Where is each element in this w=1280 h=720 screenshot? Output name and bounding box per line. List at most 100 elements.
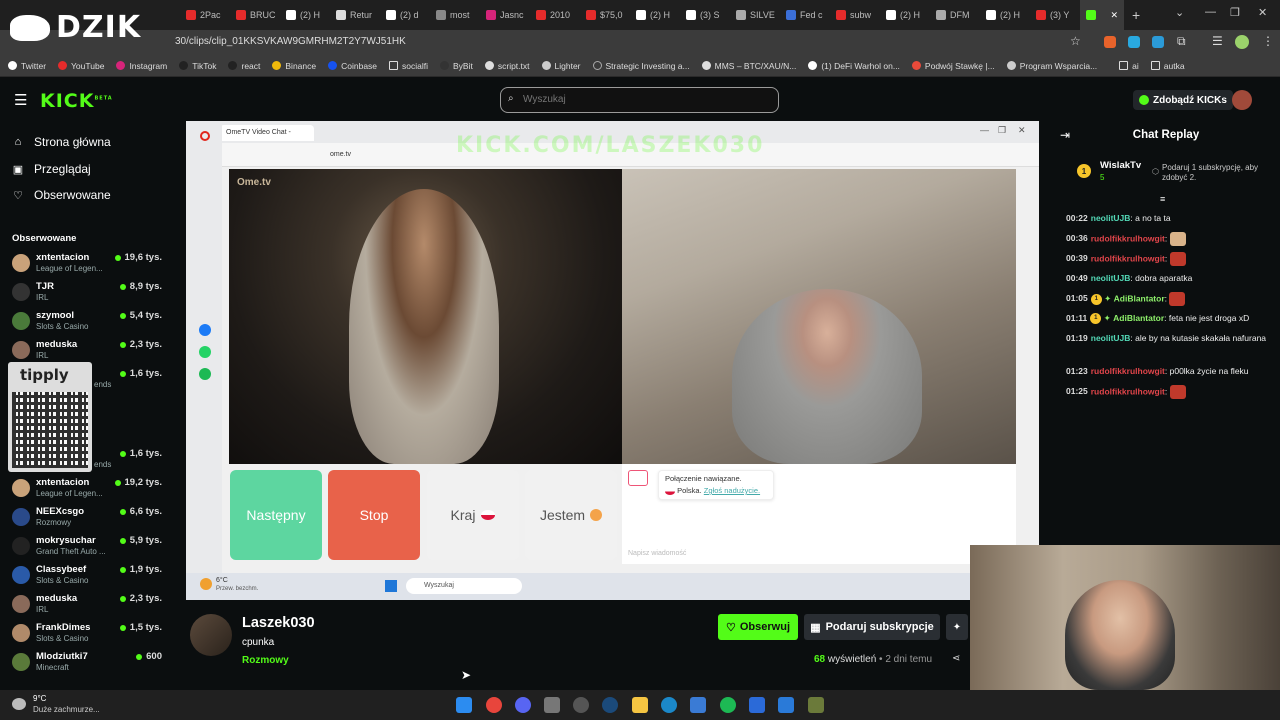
browser-tab[interactable]: 2010: [530, 0, 580, 30]
avatar[interactable]: [1232, 90, 1252, 110]
close-window-icon[interactable]: ✕: [1258, 6, 1267, 19]
browser-tab[interactable]: 2Pac: [180, 0, 230, 30]
bookmark[interactable]: YouTube: [58, 61, 104, 71]
followed-channel[interactable]: Mlodziutki7 Minecraft 600: [12, 649, 162, 675]
hamburger-icon[interactable]: ☰: [14, 91, 27, 109]
browser-tab[interactable]: (3) Y: [1030, 0, 1080, 30]
sidebar-item-browse[interactable]: ▣ Przeglądaj: [12, 162, 91, 176]
extensions-puzzle-icon[interactable]: ⧉: [1177, 34, 1186, 49]
bookmark[interactable]: script.txt: [484, 61, 530, 71]
ccleaner-icon[interactable]: [661, 697, 677, 713]
bookmark[interactable]: Twitter: [8, 61, 46, 71]
bookmark-folder[interactable]: autka: [1150, 61, 1185, 71]
browser-tab[interactable]: (2) H: [980, 0, 1030, 30]
sidebar-item-following[interactable]: ♡ Obserwowane: [12, 188, 111, 202]
search-input[interactable]: [523, 94, 763, 105]
browser-tab[interactable]: Retur: [330, 0, 380, 30]
bookmark[interactable]: ByBit: [440, 61, 473, 71]
app-icon[interactable]: [690, 697, 706, 713]
browser-tab[interactable]: most: [430, 0, 480, 30]
discord-icon[interactable]: [515, 697, 531, 713]
category-link[interactable]: Rozmowy: [242, 655, 289, 666]
steam-icon[interactable]: [602, 697, 618, 713]
bookmark[interactable]: Strategic Investing a...: [592, 61, 690, 71]
gift-subscription-button[interactable]: ▦ Podaruj subskrypcje: [804, 614, 940, 640]
more-button[interactable]: ✦: [946, 614, 968, 640]
country-button[interactable]: Kraj: [427, 470, 519, 560]
tab-search-icon[interactable]: ⌄: [1175, 6, 1184, 19]
browser-tab[interactable]: (2) H: [280, 0, 330, 30]
close-tab-icon[interactable]: ✕: [1110, 10, 1118, 21]
extension-icon[interactable]: [1152, 36, 1164, 48]
browser-tab[interactable]: SILVE: [730, 0, 780, 30]
bookmark[interactable]: react: [228, 61, 260, 71]
kebab-menu-icon[interactable]: ⋮: [1262, 34, 1274, 48]
followed-channel[interactable]: Classybeef Slots & Casino 1,9 tys.: [12, 562, 162, 588]
browser-tab[interactable]: (2) d: [380, 0, 430, 30]
stop-button[interactable]: Stop: [328, 470, 420, 560]
browser-tab[interactable]: BRUC: [230, 0, 280, 30]
chrome-icon[interactable]: [486, 697, 502, 713]
star-icon[interactable]: ☆: [1070, 34, 1081, 48]
folder-icon[interactable]: [632, 697, 648, 713]
browser-tab-active[interactable]: ✕: [1080, 0, 1124, 30]
followed-channel[interactable]: xntentacion League of Legen... 19,6 tys.: [12, 250, 162, 276]
bookmark[interactable]: Lighter: [541, 61, 581, 71]
followed-channel[interactable]: TJR IRL 8,9 tys.: [12, 279, 162, 305]
browser-tab[interactable]: subw: [830, 0, 880, 30]
browser-tab[interactable]: (2) H: [630, 0, 680, 30]
kick-logo[interactable]: KICKBETA: [40, 90, 113, 112]
bookmark-folder[interactable]: ai: [1119, 61, 1139, 71]
browser-tab[interactable]: $75,0: [580, 0, 630, 30]
browser-tab[interactable]: Jasnc: [480, 0, 530, 30]
maximize-icon[interactable]: ❐: [1230, 6, 1240, 19]
browser-tab[interactable]: (2) H: [880, 0, 930, 30]
extension-icon[interactable]: [1104, 36, 1116, 48]
sidebar-item-home[interactable]: ⌂ Strona główna: [12, 135, 111, 149]
new-tab-button[interactable]: +: [1132, 7, 1140, 23]
browser-tab[interactable]: Fed c: [780, 0, 830, 30]
bookmark[interactable]: Instagram: [116, 61, 167, 71]
followed-channel[interactable]: meduska IRL 2,3 tys.: [12, 337, 162, 363]
windows-start-icon[interactable]: [456, 697, 472, 713]
app-icon[interactable]: [544, 697, 560, 713]
next-button[interactable]: Następny: [230, 470, 322, 560]
get-kicks-button[interactable]: Zdobądź KICKs: [1133, 90, 1233, 110]
obs-icon[interactable]: [573, 697, 589, 713]
app-icon[interactable]: [749, 697, 765, 713]
profile-icon[interactable]: [1235, 35, 1249, 49]
bookmark-folder[interactable]: socialfi: [389, 61, 428, 71]
channel-name[interactable]: Laszek030: [242, 615, 315, 631]
game-icon[interactable]: [808, 697, 824, 713]
stream-video-player[interactable]: OmeTV Video Chat - — ❐ ✕ ome.tv KICK.COM…: [186, 121, 1039, 600]
report-abuse-link[interactable]: Zgłoś nadużycie.: [704, 486, 760, 495]
bookmark[interactable]: (1) DeFi Warhol on...: [808, 61, 900, 71]
url-field[interactable]: 30/clips/clip_01KKSVKAW9GMRHM2T2Y7WJ51HK: [175, 36, 406, 47]
gender-button[interactable]: Jestem: [525, 470, 617, 560]
follow-button[interactable]: ♡ Obserwuj: [718, 614, 798, 640]
bookmark[interactable]: MMS – BTC/XAU/N...: [701, 61, 796, 71]
spotify-icon[interactable]: [720, 697, 736, 713]
extension-icon[interactable]: [1128, 36, 1140, 48]
search-bar[interactable]: ⌕: [500, 87, 779, 113]
bookmark[interactable]: Binance: [272, 61, 316, 71]
followed-channel[interactable]: szymool Slots & Casino 5,4 tys.: [12, 308, 162, 334]
menu-icon[interactable]: ☰: [1212, 34, 1223, 48]
bookmark[interactable]: Coinbase: [328, 61, 377, 71]
bookmark[interactable]: Program Wsparcia...: [1006, 61, 1097, 71]
share-icon[interactable]: ⋖: [952, 653, 960, 664]
followed-channel[interactable]: xntentacion League of Legen... 19,2 tys.: [12, 475, 162, 501]
message-input[interactable]: Napisz wiadomość: [622, 550, 1016, 564]
x-icon[interactable]: [778, 697, 794, 713]
followed-channel[interactable]: FrankDimes Slots & Casino 1,5 tys.: [12, 620, 162, 646]
followed-channel[interactable]: NEEXcsgo Rozmowy 6,6 tys.: [12, 504, 162, 530]
followed-channel[interactable]: meduska IRL 2,3 tys.: [12, 591, 162, 617]
expand-icon[interactable]: ≡: [1160, 194, 1165, 204]
bookmark[interactable]: TikTok: [179, 61, 216, 71]
channel-avatar[interactable]: [190, 614, 232, 656]
followed-channel[interactable]: mokrysuchar Grand Theft Auto ... 5,9 tys.: [12, 533, 162, 559]
browser-tab[interactable]: (3) S: [680, 0, 730, 30]
minimize-icon[interactable]: —: [1205, 6, 1216, 18]
bookmark[interactable]: Podwój Stawkę |...: [911, 61, 995, 71]
browser-tab[interactable]: DFM: [930, 0, 980, 30]
